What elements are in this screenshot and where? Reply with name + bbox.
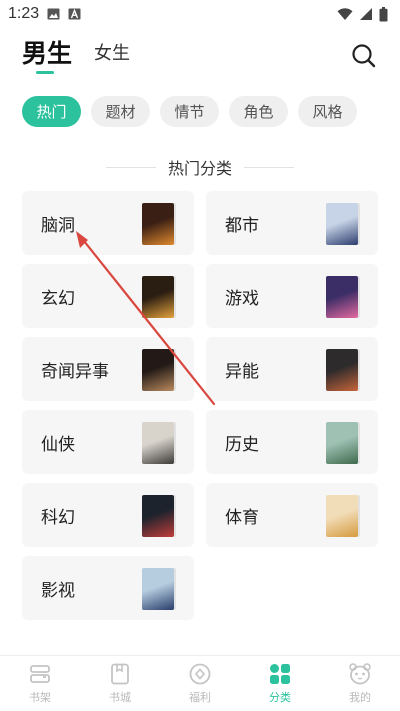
category-card[interactable]: 玄幻 (22, 264, 194, 328)
nav-bookstore[interactable]: 书城 (80, 656, 160, 711)
category-label: 玄幻 (41, 288, 75, 309)
chip-plot[interactable]: 情节 (160, 96, 219, 127)
nav-label: 我的 (349, 691, 371, 704)
category-cover (142, 349, 174, 391)
category-card[interactable]: 科幻 (22, 483, 194, 547)
tab-female[interactable]: 女生 (94, 40, 130, 68)
category-cover (326, 276, 358, 318)
signal-icon (360, 8, 372, 20)
nav-label: 书架 (29, 691, 51, 704)
chip-character[interactable]: 角色 (229, 96, 288, 127)
category-cover (326, 422, 358, 464)
nav-profile[interactable]: 我的 (320, 656, 400, 711)
filter-chips: 热门 题材 情节 角色 风格 (22, 96, 357, 127)
category-label: 都市 (225, 215, 259, 236)
gender-tabs: 男生 女生 (22, 40, 130, 74)
category-card[interactable]: 仙侠 (22, 410, 194, 474)
category-cover (326, 203, 358, 245)
font-notification-icon (68, 8, 81, 20)
category-card[interactable]: 奇闻异事 (22, 337, 194, 401)
bookstore-icon (111, 663, 129, 685)
divider-right (244, 166, 294, 168)
nav-bookshelf[interactable]: 书架 (0, 656, 80, 711)
category-label: 奇闻异事 (41, 361, 109, 382)
welfare-icon (189, 663, 211, 685)
chip-hot[interactable]: 热门 (22, 96, 81, 127)
category-cover (142, 568, 174, 610)
category-cover (326, 495, 358, 537)
nav-welfare[interactable]: 福利 (160, 656, 240, 711)
divider-left (105, 166, 156, 168)
bookshelf-icon (30, 665, 50, 683)
nav-category[interactable]: 分类 (240, 656, 320, 711)
category-cover (142, 203, 174, 245)
category-cover (142, 495, 174, 537)
category-label: 影视 (41, 580, 75, 601)
status-time: 1:23 (8, 5, 40, 22)
category-cover (326, 349, 358, 391)
nav-label: 书城 (109, 691, 131, 704)
category-card[interactable]: 游戏 (206, 264, 378, 328)
nav-label: 福利 (189, 691, 211, 704)
category-label: 历史 (225, 434, 259, 455)
bottom-nav: 书架 书城 福利 分类 我的 (0, 655, 400, 711)
category-card[interactable]: 历史 (206, 410, 378, 474)
category-card[interactable]: 体育 (206, 483, 378, 547)
category-label: 体育 (225, 507, 259, 528)
status-bar: 1:23 (0, 0, 400, 28)
chip-style[interactable]: 风格 (298, 96, 357, 127)
category-label: 游戏 (225, 288, 259, 309)
image-notification-icon (47, 8, 60, 20)
category-icon (270, 664, 290, 684)
section-title-text: 热门分类 (167, 159, 232, 178)
category-card[interactable]: 脑洞 (22, 191, 194, 255)
battery-icon (379, 6, 388, 21)
tab-male[interactable]: 男生 (22, 40, 72, 74)
category-label: 仙侠 (41, 434, 75, 455)
section-title: 热门分类 (0, 155, 400, 179)
category-grid: 脑洞 都市 玄幻 游戏 奇闻异事 异能 仙侠 历史 科幻 体育 影视 (22, 191, 378, 620)
category-label: 异能 (225, 361, 259, 382)
chip-theme[interactable]: 题材 (91, 96, 150, 127)
search-icon[interactable] (350, 42, 378, 70)
nav-label: 分类 (269, 691, 291, 704)
profile-icon (349, 663, 371, 685)
category-cover (142, 422, 174, 464)
category-label: 科幻 (41, 507, 75, 528)
category-label: 脑洞 (41, 215, 75, 236)
category-cover (142, 276, 174, 318)
category-card[interactable]: 影视 (22, 556, 194, 620)
category-card[interactable]: 异能 (206, 337, 378, 401)
category-card[interactable]: 都市 (206, 191, 378, 255)
wifi-icon (337, 8, 353, 20)
